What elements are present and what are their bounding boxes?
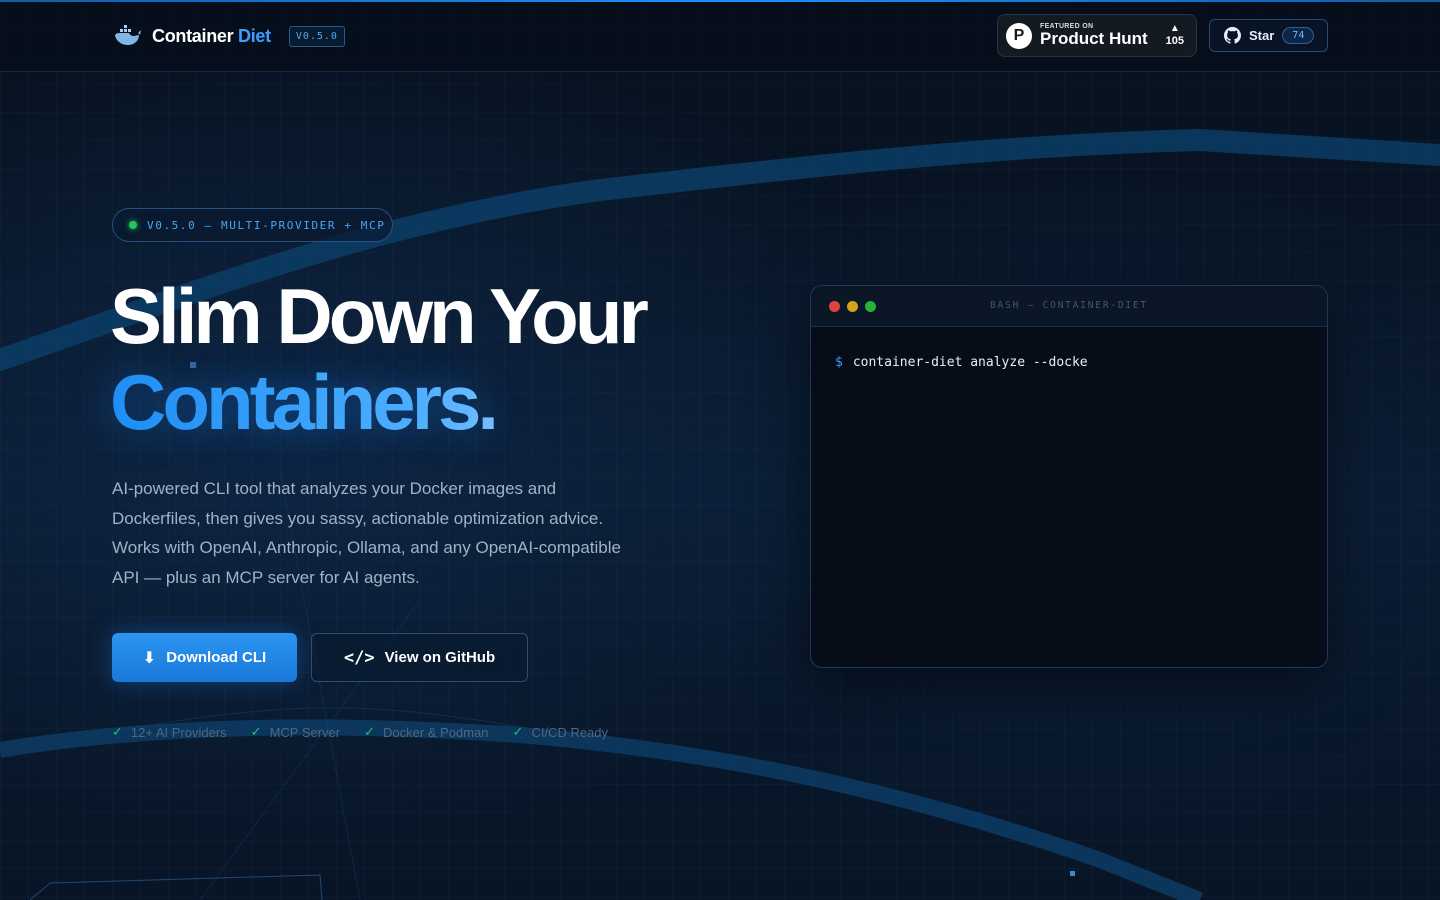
top-accent-line — [0, 0, 1440, 2]
feature-label: CI/CD Ready — [531, 724, 609, 740]
code-icon: </> — [343, 647, 375, 668]
feature-item: ✓ Docker & Podman — [364, 724, 488, 740]
terminal-prompt: $ — [835, 355, 843, 370]
github-star-label: Star — [1249, 28, 1275, 43]
feature-label: Docker & Podman — [383, 724, 489, 740]
product-hunt-badge[interactable]: P FEATURED ON Product Hunt ▲ 105 — [997, 14, 1197, 57]
feature-item: ✓ CI/CD Ready — [513, 724, 608, 740]
github-icon — [1224, 27, 1241, 44]
release-pill: V0.5.0 — MULTI-PROVIDER + MCP — [112, 208, 393, 242]
upvote-arrow-icon: ▲ — [1169, 23, 1180, 34]
version-tag: V0.5.0 — [288, 25, 345, 47]
feature-label: MCP Server — [269, 724, 341, 740]
status-dot-icon — [129, 221, 137, 229]
view-github-button[interactable]: </> View on GitHub — [311, 633, 528, 682]
release-pill-text: V0.5.0 — MULTI-PROVIDER + MCP — [147, 218, 386, 232]
feature-label: 12+ AI Providers — [130, 724, 227, 740]
check-icon: ✓ — [112, 724, 123, 739]
hero-title-highlight: Containers. — [110, 358, 499, 446]
hero-title: Slim Down Your Containers. — [110, 272, 649, 444]
hero-title-line2: Containers. — [110, 360, 645, 444]
product-hunt-name: Product Hunt — [1040, 29, 1148, 48]
hero-title-line1: Slim Down Your — [110, 272, 649, 360]
site-header: Container Diet V0.5.0 P FEATURED ON Prod… — [0, 0, 1440, 72]
hero-description: AI-powered CLI tool that analyzes your D… — [112, 479, 621, 587]
product-hunt-votes: 105 — [1165, 35, 1184, 47]
feature-list: ✓ 12+ AI Providers ✓ MCP Server ✓ Docker… — [112, 724, 632, 740]
view-github-label: View on GitHub — [384, 649, 496, 666]
download-cli-button[interactable]: ⬇ Download CLI — [112, 633, 297, 682]
brand-name-accent: Diet — [238, 25, 271, 46]
terminal-title: BASH — CONTAINER-DIET — [990, 300, 1148, 311]
download-icon: ⬇ — [142, 649, 157, 667]
terminal-window: BASH — CONTAINER-DIET $ container-diet an… — [810, 285, 1328, 668]
check-icon: ✓ — [512, 724, 524, 739]
github-star-button[interactable]: Star 74 — [1209, 19, 1328, 52]
whale-logo-icon — [115, 25, 141, 45]
check-icon: ✓ — [364, 724, 376, 739]
check-icon: ✓ — [250, 724, 262, 739]
feature-item: ✓ MCP Server — [251, 724, 340, 740]
download-cli-label: Download CLI — [166, 649, 267, 666]
brand[interactable]: Container Diet V0.5.0 — [112, 20, 345, 52]
feature-item: ✓ 12+ AI Providers — [112, 724, 227, 740]
brand-name-first: Container — [152, 25, 234, 46]
terminal-titlebar: BASH — CONTAINER-DIET — [811, 286, 1327, 327]
brand-name: Container Diet — [152, 26, 271, 47]
github-star-count: 74 — [1282, 27, 1315, 44]
terminal-command: container-diet analyze --docke — [852, 355, 1088, 370]
product-hunt-icon: P — [1006, 22, 1032, 49]
terminal-body: $ container-diet analyze --docke — [811, 327, 1327, 398]
